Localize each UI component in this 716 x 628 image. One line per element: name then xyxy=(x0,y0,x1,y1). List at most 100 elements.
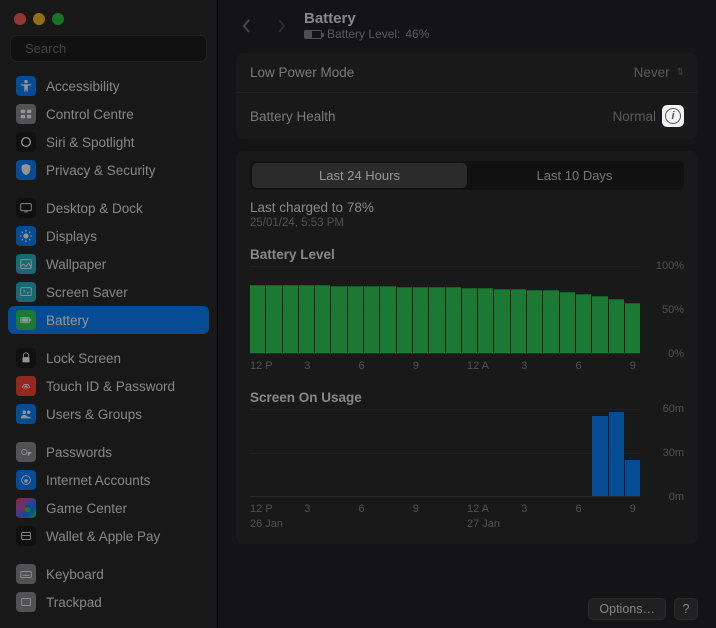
minimize-window[interactable] xyxy=(33,13,45,25)
x-tick: 6 xyxy=(576,360,630,372)
chevron-updown-icon: ⇅ xyxy=(677,67,683,78)
forward-button[interactable] xyxy=(270,15,292,37)
bar xyxy=(315,285,330,353)
last-charge-info: Last charged to 78% 25/01/24, 5:53 PM xyxy=(250,200,684,229)
sidebar-item-siri-spotlight[interactable]: Siri & Spotlight xyxy=(8,128,209,156)
x-tick: 9 xyxy=(630,503,684,515)
bar xyxy=(250,285,265,353)
sidebar-item-internet-accounts[interactable]: Internet Accounts xyxy=(8,466,209,494)
x-tick: 12 A xyxy=(467,360,521,372)
bar xyxy=(446,287,461,353)
bar xyxy=(560,292,575,353)
row-label: Battery Health xyxy=(250,109,336,124)
screen-on-usage-chart: 60m 30m 0m xyxy=(250,409,684,497)
search-field[interactable] xyxy=(10,35,207,62)
sidebar-item-label: Touch ID & Password xyxy=(46,379,175,394)
main-pane: Battery Battery Level: 46% Low Power Mod… xyxy=(218,0,716,628)
bar xyxy=(625,303,640,353)
bar xyxy=(299,285,314,353)
sidebar-item-label: Screen Saver xyxy=(46,285,128,300)
battery-level-heading: Battery Level xyxy=(250,247,684,262)
bar xyxy=(397,287,412,353)
bar xyxy=(592,296,607,353)
row-label: Low Power Mode xyxy=(250,65,354,80)
time-range-segmented[interactable]: Last 24 Hours Last 10 Days xyxy=(250,161,684,190)
sidebar-item-screen-saver[interactable]: Screen Saver xyxy=(8,278,209,306)
sidebar-item-label: Control Centre xyxy=(46,107,134,122)
bar xyxy=(429,287,444,353)
x-tick: 3 xyxy=(521,360,575,372)
options-button[interactable]: Options… xyxy=(588,598,666,620)
sidebar-item-label: Wallet & Apple Pay xyxy=(46,529,160,544)
sidebar-item-lock-screen[interactable]: Lock Screen xyxy=(8,344,209,372)
sidebar-item-touch-id-password[interactable]: Touch ID & Password xyxy=(8,372,209,400)
battery-health-value: Normal xyxy=(612,109,656,124)
search-input[interactable] xyxy=(25,41,201,56)
x-tick: 3 xyxy=(521,503,575,515)
bar xyxy=(609,299,624,353)
sidebar-item-passwords[interactable]: Passwords xyxy=(8,438,209,466)
sidebar-item-privacy-security[interactable]: Privacy & Security xyxy=(8,156,209,184)
sidebar-item-label: Passwords xyxy=(46,445,112,460)
sidebar-item-wallet-apple-pay[interactable]: Wallet & Apple Pay xyxy=(8,522,209,550)
close-window[interactable] xyxy=(14,13,26,25)
bar xyxy=(625,460,640,496)
info-button[interactable]: i xyxy=(662,105,684,127)
x-tick: 9 xyxy=(413,360,467,372)
bar xyxy=(511,289,526,353)
sidebar-item-label: Trackpad xyxy=(46,595,102,610)
x-tick: 6 xyxy=(576,503,630,515)
sidebar-item-desktop-dock[interactable]: Desktop & Dock xyxy=(8,194,209,222)
sidebar-item-keyboard[interactable]: Keyboard xyxy=(8,560,209,588)
battery-health-row[interactable]: Battery Health Normal i xyxy=(236,92,698,139)
bar xyxy=(331,286,346,353)
sidebar-item-label: Siri & Spotlight xyxy=(46,135,135,150)
sidebar-item-label: Desktop & Dock xyxy=(46,201,143,216)
sidebar-item-game-center[interactable]: Game Center xyxy=(8,494,209,522)
battery-level-chart: 100% 50% 0% xyxy=(250,266,684,354)
sidebar-item-trackpad[interactable]: Trackpad xyxy=(8,588,209,616)
low-power-mode-value[interactable]: Never ⇅ xyxy=(634,65,684,80)
maximize-window[interactable] xyxy=(52,13,64,25)
tab-last-10-days[interactable]: Last 10 Days xyxy=(467,163,682,188)
bar xyxy=(348,286,363,353)
sidebar-item-label: Accessibility xyxy=(46,79,120,94)
sidebar-item-label: Users & Groups xyxy=(46,407,142,422)
trackpad-icon xyxy=(16,592,36,612)
touchid-icon xyxy=(16,376,36,396)
screen-on-usage-heading: Screen On Usage xyxy=(250,390,684,405)
sidebar-item-control-centre[interactable]: Control Centre xyxy=(8,100,209,128)
control-icon xyxy=(16,104,36,124)
passwords-icon xyxy=(16,442,36,462)
sidebar-item-wallpaper[interactable]: Wallpaper xyxy=(8,250,209,278)
tab-last-24-hours[interactable]: Last 24 Hours xyxy=(252,163,467,188)
sidebar-item-battery[interactable]: Battery xyxy=(8,306,209,334)
bar xyxy=(413,287,428,353)
back-button[interactable] xyxy=(236,15,258,37)
bar xyxy=(494,289,509,353)
bar xyxy=(576,294,591,353)
keyboard-icon xyxy=(16,564,36,584)
x-tick: 12 A xyxy=(467,503,521,515)
sidebar-item-displays[interactable]: Displays xyxy=(8,222,209,250)
sidebar: Accessibility Control Centre Siri & Spotli… xyxy=(0,0,218,628)
users-icon xyxy=(16,404,36,424)
sidebar-item-users-groups[interactable]: Users & Groups xyxy=(8,400,209,428)
bar xyxy=(527,290,542,354)
page-subtitle: Battery Level: 46% xyxy=(304,27,429,41)
bar xyxy=(462,288,477,353)
sidebar-item-accessibility[interactable]: Accessibility xyxy=(8,72,209,100)
info-icon: i xyxy=(665,108,681,124)
x-tick: 3 xyxy=(304,503,358,515)
low-power-mode-row[interactable]: Low Power Mode Never ⇅ xyxy=(236,53,698,92)
sidebar-item-label: Lock Screen xyxy=(46,351,121,366)
sidebar-item-label: Wallpaper xyxy=(46,257,106,272)
sidebar-item-label: Internet Accounts xyxy=(46,473,150,488)
bar xyxy=(592,416,607,496)
bar xyxy=(283,285,298,353)
x-tick: 3 xyxy=(304,360,358,372)
battery-icon xyxy=(16,310,36,330)
x-tick: 26 Jan xyxy=(250,518,467,530)
toolbar: Battery Battery Level: 46% xyxy=(218,0,716,47)
help-button[interactable]: ? xyxy=(674,598,698,620)
